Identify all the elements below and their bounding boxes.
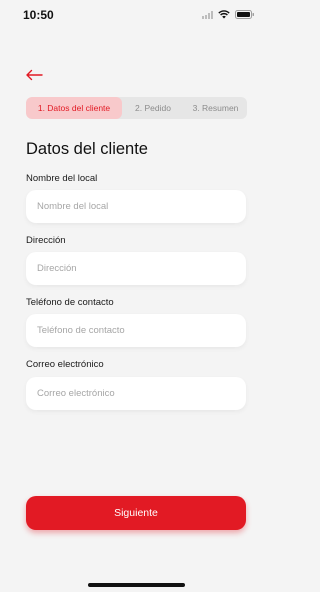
step-resumen: 3. Resumen (192, 103, 239, 113)
telefono-input[interactable] (26, 314, 246, 347)
home-indicator (88, 583, 185, 587)
direccion-input[interactable] (26, 252, 246, 285)
direccion-label: Dirección (26, 235, 66, 246)
signal-icon (202, 10, 213, 19)
correo-input[interactable] (26, 377, 246, 410)
status-bar: 10:50 (0, 0, 273, 30)
nombre-del-local-label: Nombre del local (26, 173, 98, 184)
status-time: 10:50 (23, 8, 54, 22)
step-pedido: 2. Pedido (135, 103, 171, 113)
step-datos-del-cliente: 1. Datos del cliente (26, 97, 122, 119)
page-title: Datos del cliente (26, 140, 148, 158)
correo-label: Correo electrónico (26, 359, 104, 370)
battery-icon (235, 10, 255, 19)
telefono-label: Teléfono de contacto (26, 297, 114, 308)
next-button[interactable]: Siguiente (26, 496, 246, 530)
status-icons (202, 10, 255, 19)
back-button[interactable] (25, 67, 45, 83)
arrow-left-icon (26, 69, 43, 81)
stepper: 1. Datos del cliente 2. Pedido 3. Resume… (26, 97, 247, 119)
wifi-icon (218, 10, 230, 19)
nombre-del-local-input[interactable] (26, 190, 246, 223)
